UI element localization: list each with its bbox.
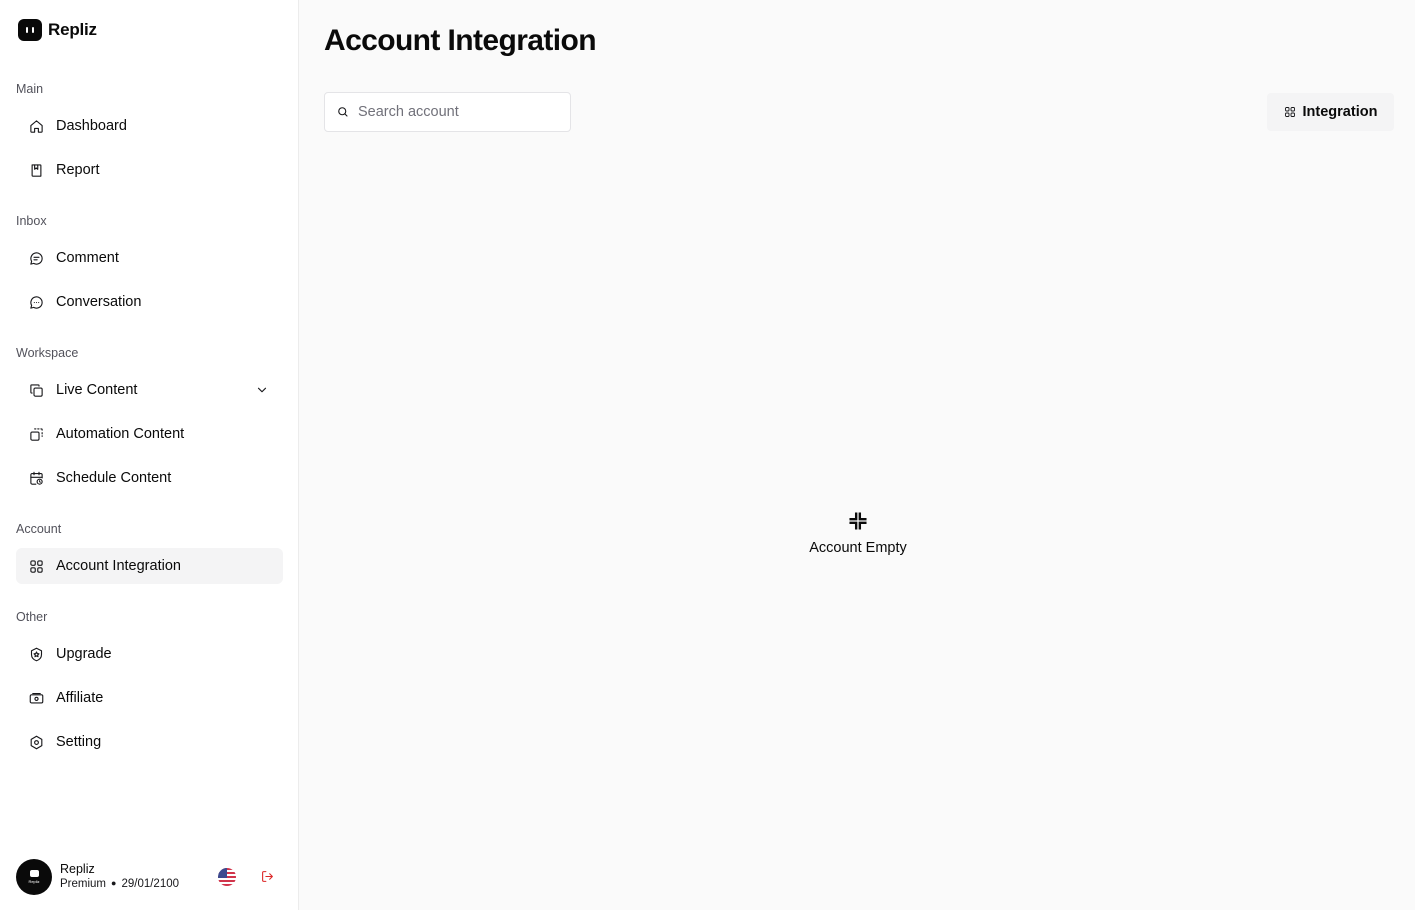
- sidebar-item-upgrade[interactable]: Upgrade: [16, 636, 283, 672]
- sidebar: Repliz Main Dashboard Report Inbox Comme…: [0, 0, 299, 910]
- sidebar-item-automation-content[interactable]: Automation Content: [16, 416, 283, 452]
- sidebar-item-setting[interactable]: Setting: [16, 724, 283, 760]
- brand-name: Repliz: [48, 20, 97, 39]
- plan-expiry: 29/01/2100: [121, 878, 180, 890]
- sidebar-item-conversation[interactable]: Conversation: [16, 284, 283, 320]
- separator-dot: ●: [111, 878, 117, 888]
- section-label-main: Main: [16, 82, 44, 96]
- brand[interactable]: Repliz: [18, 19, 97, 41]
- section-label-inbox: Inbox: [16, 214, 47, 228]
- copy-icon: [28, 382, 44, 398]
- sidebar-item-label: Affiliate: [56, 690, 104, 706]
- grid-icon: [1284, 107, 1295, 117]
- empty-state: Account Empty: [758, 510, 958, 556]
- empty-state-text: Account Empty: [809, 540, 907, 556]
- sidebar-item-label: Conversation: [56, 294, 142, 310]
- sidebar-item-affiliate[interactable]: Affiliate: [16, 680, 283, 716]
- sidebar-item-label: Upgrade: [56, 646, 112, 662]
- comment-icon: [28, 250, 44, 266]
- sidebar-item-comment[interactable]: Comment: [16, 240, 283, 276]
- sidebar-item-label: Automation Content: [56, 426, 185, 442]
- sidebar-item-account-integration[interactable]: Account Integration: [16, 548, 283, 584]
- search-input[interactable]: [358, 104, 558, 120]
- sidebar-item-live-content[interactable]: Live Content: [16, 372, 283, 408]
- section-label-other: Other: [16, 610, 48, 624]
- conversation-icon: [28, 294, 44, 310]
- section-label-workspace: Workspace: [16, 346, 79, 360]
- sidebar-item-label: Account Integration: [56, 558, 181, 574]
- gear-icon: [28, 734, 44, 750]
- grid-icon: [28, 558, 44, 574]
- sidebar-item-label: Dashboard: [56, 118, 127, 134]
- repliz-logo-icon: [29, 870, 39, 877]
- main-content: Account Integration Integration Account …: [300, 0, 1415, 910]
- automation-icon: [28, 426, 44, 442]
- sidebar-item-label: Comment: [56, 250, 119, 266]
- shield-icon: [28, 646, 44, 662]
- search-box[interactable]: [324, 92, 571, 132]
- user-profile: Repliz Repliz Premium ● 29/01/2100: [16, 859, 286, 895]
- sidebar-item-dashboard[interactable]: Dashboard: [16, 108, 283, 144]
- section-label-account: Account: [16, 522, 62, 536]
- user-name: Repliz: [60, 862, 95, 876]
- sidebar-item-label: Setting: [56, 734, 102, 750]
- sidebar-item-label: Report: [56, 162, 100, 178]
- user-plan: Premium ● 29/01/2100: [60, 878, 179, 890]
- us-flag-icon[interactable]: [218, 868, 236, 886]
- repliz-logo-icon: [18, 19, 42, 41]
- sidebar-item-label: Live Content: [56, 382, 138, 398]
- avatar-text: Repliz: [28, 879, 40, 884]
- avatar[interactable]: Repliz: [16, 859, 52, 895]
- banknote-icon: [28, 690, 44, 706]
- integration-button[interactable]: Integration: [1267, 93, 1394, 131]
- sidebar-item-label: Schedule Content: [56, 470, 172, 486]
- calendar-clock-icon: [28, 470, 44, 486]
- sidebar-item-schedule-content[interactable]: Schedule Content: [16, 460, 283, 496]
- book-icon: [28, 162, 44, 178]
- page-title: Account Integration: [324, 24, 597, 57]
- chevron-down-icon[interactable]: [255, 383, 269, 397]
- search-icon: [338, 107, 348, 117]
- sidebar-item-report[interactable]: Report: [16, 152, 283, 188]
- logout-icon[interactable]: [261, 870, 274, 883]
- plan-name: Premium: [60, 878, 107, 890]
- shrink-icon: [847, 510, 869, 532]
- home-icon: [28, 118, 44, 134]
- integration-button-label: Integration: [1302, 104, 1378, 120]
